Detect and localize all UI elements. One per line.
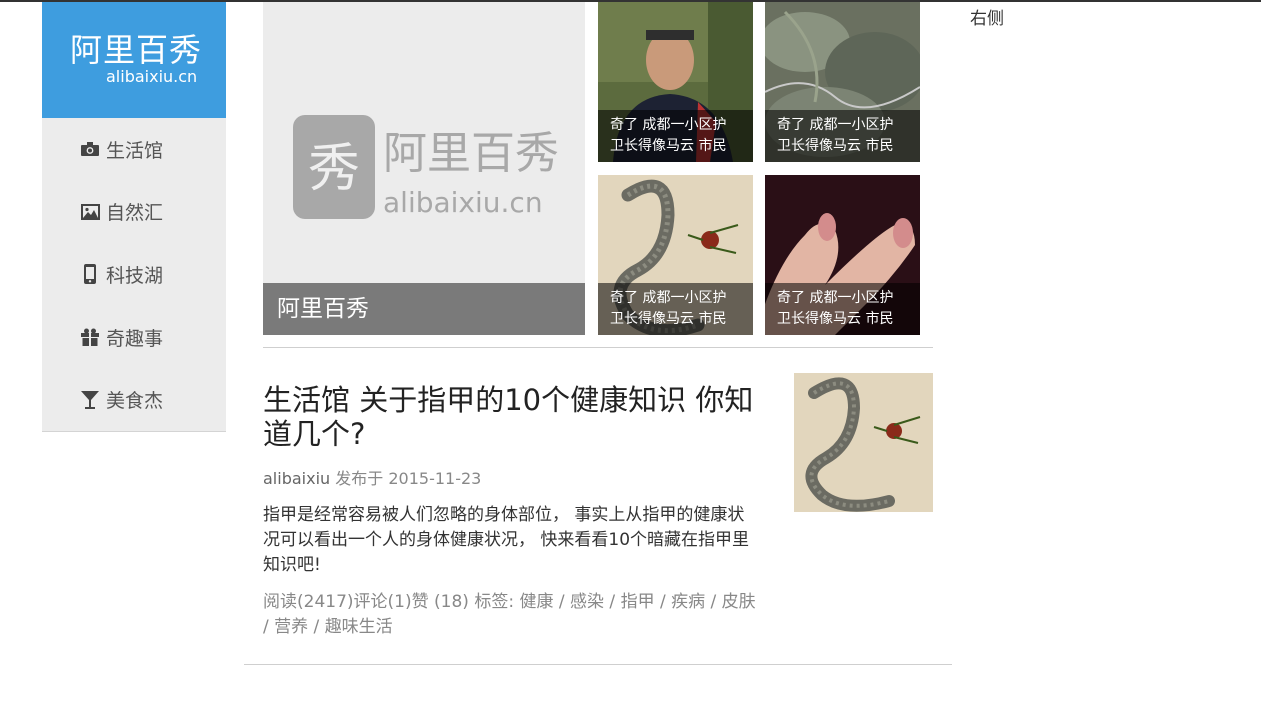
featured-thumb[interactable]: 奇了 成都一小区护 卫长得像马云 市民 <box>765 2 920 162</box>
watermark-char: 秀 <box>308 139 360 199</box>
camera-icon <box>80 139 100 159</box>
logo-text: 阿里百秀 <box>70 31 203 69</box>
sidebar-item-life[interactable]: 生活馆 <box>42 118 226 181</box>
sidebar-item-label: 生活馆 <box>106 139 164 162</box>
tag-link[interactable]: 感染 <box>570 592 604 612</box>
thumb-caption-line: 卫长得像马云 市民 <box>610 138 727 154</box>
sidebar-item-nature[interactable]: 自然汇 <box>42 181 226 244</box>
thumb-caption-line: 奇了 成都一小区护 <box>777 290 894 306</box>
right-column-label: 右侧 <box>970 9 1004 29</box>
read-count: 阅读(2417) <box>263 592 354 612</box>
article-title[interactable]: 生活馆 关于指甲的10个健康知识 你知道几个? <box>263 383 758 451</box>
site-logo[interactable]: 阿里百秀 alibaixiu.cn <box>42 2 226 118</box>
thumb-caption-line: 奇了 成都一小区护 <box>610 117 727 133</box>
thumb-caption: 奇了 成都一小区护 卫长得像马云 市民 <box>598 283 753 335</box>
tag-link[interactable]: 疾病 <box>671 592 705 612</box>
section-divider <box>263 347 933 348</box>
sidebar-item-tech[interactable]: 科技湖 <box>42 243 226 306</box>
phone-icon <box>80 264 100 285</box>
thumb-caption-line: 奇了 成都一小区护 <box>610 290 727 306</box>
featured-thumb[interactable]: 奇了 成都一小区护 卫长得像马云 市民 <box>598 175 753 335</box>
article-author[interactable]: alibaixiu <box>263 469 330 488</box>
tag-link[interactable]: 趣味生活 <box>325 617 393 637</box>
sidebar-nav: 生活馆 自然汇 科技湖 奇趣事 美食杰 <box>42 118 226 432</box>
sidebar-item-food[interactable]: 美食杰 <box>42 368 226 431</box>
watermark-logo: 秀 阿里百秀 alibaixiu.cn <box>293 112 563 226</box>
like-count[interactable]: 赞 (18) <box>412 592 469 612</box>
thumb-caption: 奇了 成都一小区护 卫长得像马云 市民 <box>598 110 753 162</box>
sidebar-item-fun[interactable]: 奇趣事 <box>42 306 226 369</box>
watermark-cn: 阿里百秀 <box>383 128 559 179</box>
article-stats: 阅读(2417)评论(1)赞 (18) 标签: 健康 / 感染 / 指甲 / 疾… <box>263 592 756 637</box>
tag-link[interactable]: 健康 <box>519 592 553 612</box>
thumb-caption-line: 卫长得像马云 市民 <box>777 311 894 327</box>
featured-thumb[interactable]: 奇了 成都一小区护 卫长得像马云 市民 <box>598 2 753 162</box>
picture-icon <box>80 202 100 222</box>
sidebar-item-label: 科技湖 <box>106 264 164 287</box>
tags-label: 标签: <box>474 592 515 612</box>
tag-link[interactable]: 营养 <box>274 617 308 637</box>
published-label: 发布于 <box>335 469 384 488</box>
article-thumbnail[interactable] <box>794 373 933 512</box>
thumb-caption-line: 奇了 成都一小区护 <box>777 117 894 133</box>
featured-thumb[interactable]: 奇了 成都一小区护 卫长得像马云 市民 <box>765 175 920 335</box>
thumb-caption: 奇了 成都一小区护 卫长得像马云 市民 <box>765 110 920 162</box>
thumb-caption-line: 卫长得像马云 市民 <box>610 311 727 327</box>
featured-main-card[interactable]: 秀 阿里百秀 alibaixiu.cn 阿里百秀 <box>263 2 585 335</box>
section-divider <box>244 664 952 665</box>
tag-link[interactable]: 指甲 <box>621 592 655 612</box>
featured-main-caption: 阿里百秀 <box>263 283 585 335</box>
sidebar-item-label: 自然汇 <box>106 202 164 225</box>
tag-link[interactable]: 皮肤 <box>722 592 756 612</box>
sidebar: 阿里百秀 alibaixiu.cn 生活馆 自然汇 科技湖 奇趣事 美食杰 <box>42 2 226 432</box>
sidebar-item-label: 美食杰 <box>106 390 164 413</box>
article-date: 2015-11-23 <box>388 469 482 488</box>
article-thumb-snake <box>794 373 933 512</box>
article-excerpt: 指甲是经常容易被人们忽略的身体部位， 事实上从指甲的健康状况可以看出一个人的身体… <box>263 505 750 575</box>
gift-icon <box>80 327 100 347</box>
thumb-caption-line: 卫长得像马云 市民 <box>777 138 894 154</box>
comment-count[interactable]: 评论(1) <box>354 592 412 612</box>
logo-domain: alibaixiu.cn <box>106 67 198 86</box>
thumb-caption: 奇了 成都一小区护 卫长得像马云 市民 <box>765 283 920 335</box>
article-meta: alibaixiu 发布于 2015-11-23 <box>263 465 758 489</box>
watermark-en: alibaixiu.cn <box>383 186 543 219</box>
article-entry: 生活馆 关于指甲的10个健康知识 你知道几个? alibaixiu 发布于 20… <box>263 383 758 640</box>
cocktail-icon <box>80 390 100 410</box>
sidebar-item-label: 奇趣事 <box>106 327 164 350</box>
